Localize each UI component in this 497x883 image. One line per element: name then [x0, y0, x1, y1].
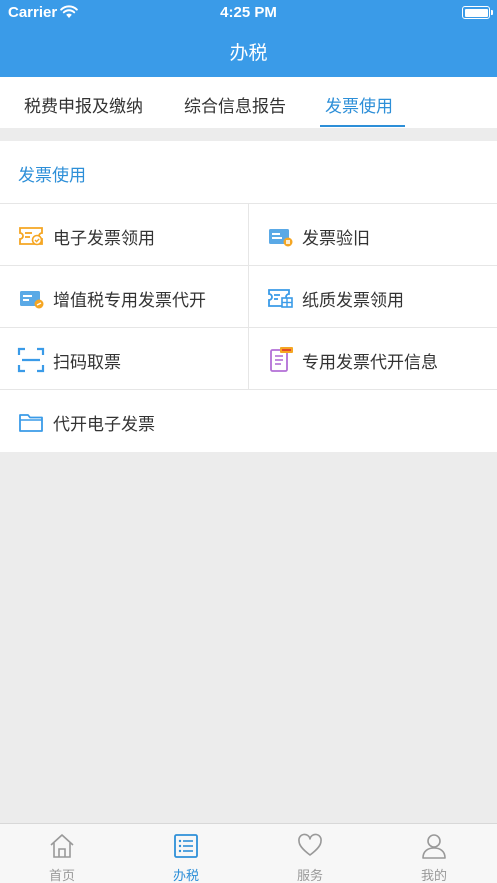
- tabbar-item-mine[interactable]: 我的: [372, 824, 496, 883]
- paper-invoice-icon: [266, 284, 294, 312]
- user-icon: [422, 834, 446, 859]
- page-title: 办税: [229, 42, 268, 64]
- home-icon: [50, 834, 74, 858]
- tabbar-label: 服务: [296, 869, 323, 883]
- grid-item-label: 扫码取票: [53, 353, 121, 373]
- tabbar-item-home[interactable]: 首页: [0, 824, 124, 883]
- active-tab-indicator: [320, 125, 405, 127]
- section-title: 发票使用: [18, 166, 86, 186]
- tab-tax-declaration[interactable]: 税费申报及缴纳: [24, 92, 143, 117]
- clock: 4:25 PM: [220, 4, 277, 21]
- grid-item-agent-e-invoice[interactable]: 代开电子发票: [0, 390, 248, 452]
- folder-icon: [17, 408, 45, 436]
- tabbar-label: 办税: [172, 869, 199, 883]
- header: Carrier 4:25 PM 办税: [0, 0, 497, 77]
- grid-item-label: 发票验旧: [302, 229, 370, 249]
- grid-item-label: 纸质发票领用: [302, 291, 404, 311]
- tab-bar-top: 税费申报及缴纳 综合信息报告 发票使用: [0, 77, 497, 128]
- grid-item-invoice-verify[interactable]: 发票验旧: [249, 204, 497, 266]
- grid-item-label: 增值税专用发票代开: [53, 291, 206, 311]
- grid-item-label: 代开电子发票: [53, 415, 155, 435]
- status-bar: Carrier 4:25 PM: [0, 0, 497, 26]
- bottom-tab-bar: 首页 办税 服务 我的: [0, 823, 497, 883]
- grid-item-label: 专用发票代开信息: [302, 353, 438, 373]
- vat-invoice-icon: [17, 284, 45, 312]
- tabbar-item-tax[interactable]: 办税: [124, 824, 248, 883]
- grid-item-paper-invoice[interactable]: 纸质发票领用: [249, 266, 497, 328]
- tabbar-label: 我的: [420, 869, 447, 883]
- e-invoice-ticket-icon: [17, 222, 45, 250]
- grid-item-e-invoice-apply[interactable]: 电子发票领用: [0, 204, 248, 266]
- tab-invoice-use[interactable]: 发票使用: [325, 92, 393, 117]
- invoice-verify-icon: [266, 222, 294, 250]
- battery-icon: [462, 6, 493, 19]
- grid-item-vat-invoice[interactable]: 增值税专用发票代开: [0, 266, 248, 328]
- invoice-panel: 发票使用 电子发票领用 发票验旧 增值税专用发票代开 纸质发票领用 扫码取票 专…: [0, 141, 497, 452]
- tabbar-item-service[interactable]: 服务: [248, 824, 372, 883]
- special-invoice-info-icon: [266, 346, 294, 374]
- scan-icon: [17, 346, 45, 374]
- grid-item-label: 电子发票领用: [53, 229, 155, 249]
- tabbar-label: 首页: [48, 869, 75, 883]
- heart-icon: [298, 833, 322, 856]
- grid-item-special-invoice-info[interactable]: 专用发票代开信息: [249, 328, 497, 390]
- grid-item-scan-ticket[interactable]: 扫码取票: [0, 328, 248, 390]
- list-icon: [174, 834, 198, 858]
- tab-info-report[interactable]: 综合信息报告: [184, 92, 286, 117]
